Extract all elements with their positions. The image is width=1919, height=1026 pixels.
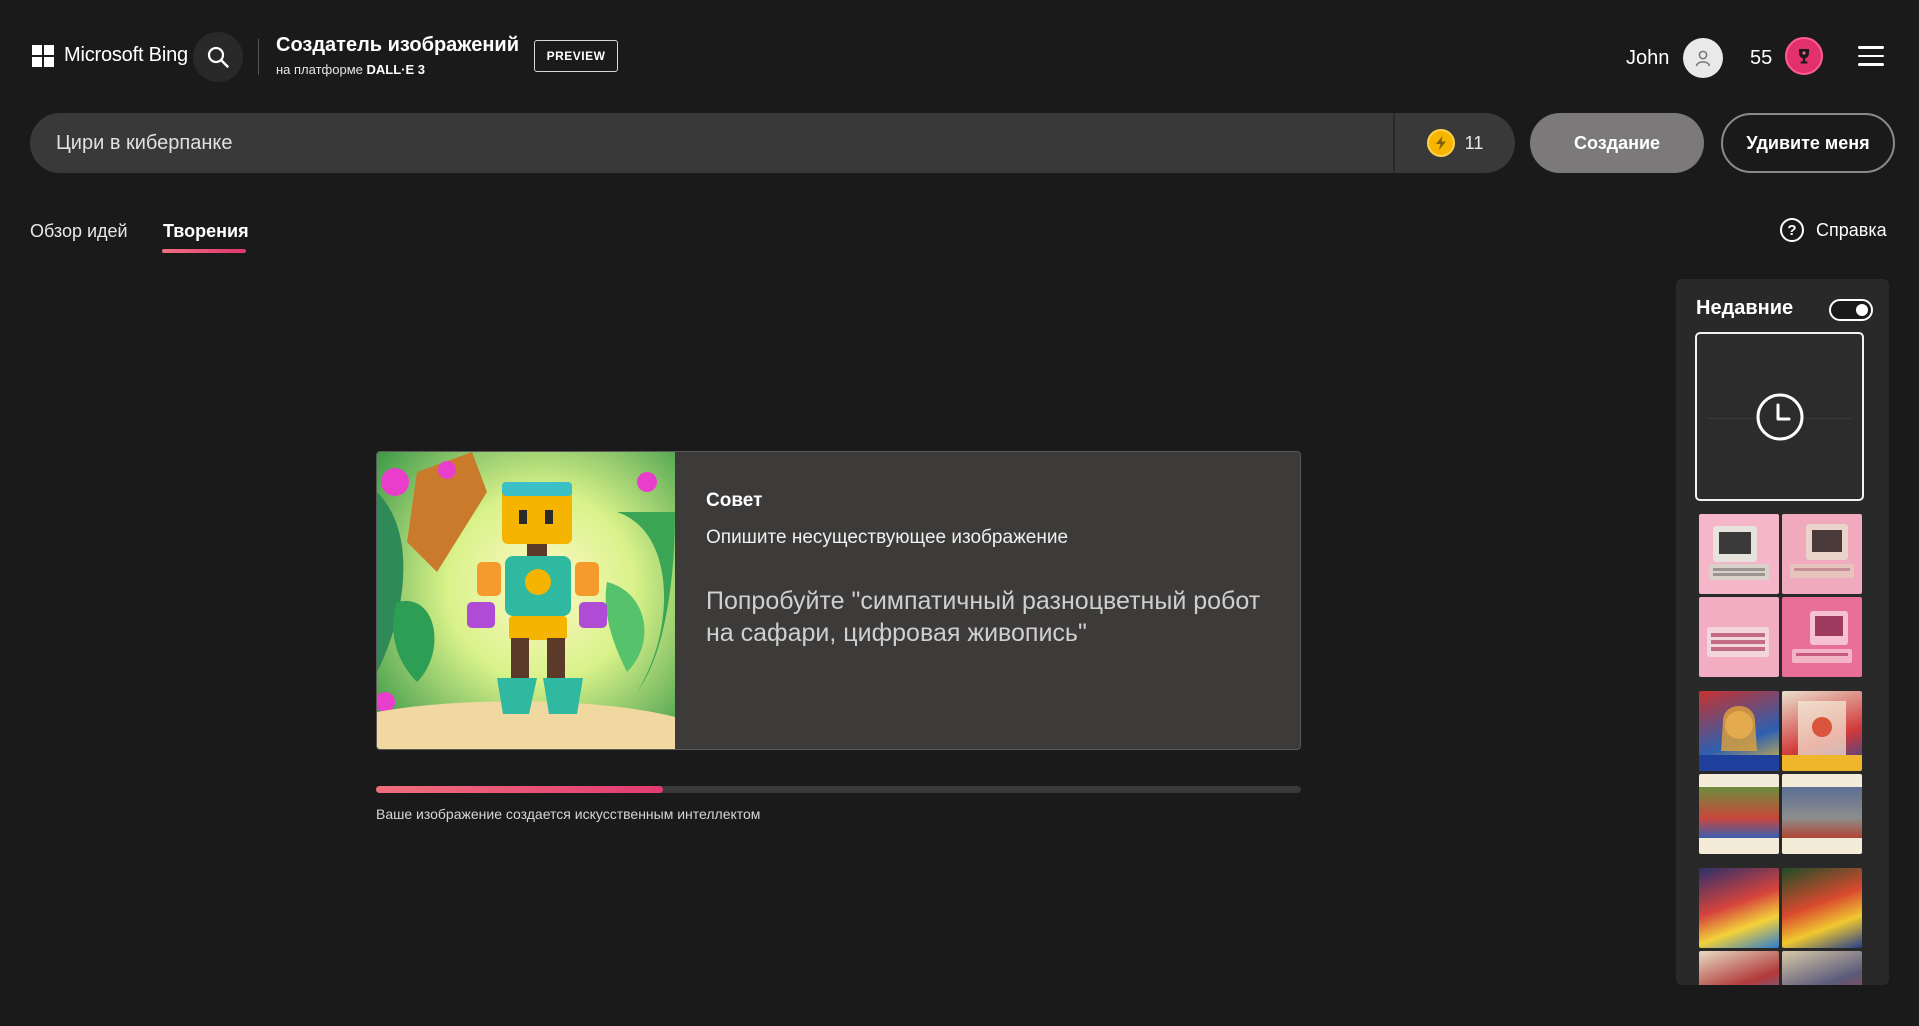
recent-toggle[interactable] [1829,299,1873,321]
app-title: Создатель изображений [276,34,519,56]
preview-badge: PREVIEW [534,40,618,72]
help-label: Справка [1816,219,1887,240]
help-link[interactable]: ? Справка [1780,218,1887,242]
header: Microsoft Bing Создатель изображений на … [0,0,1919,112]
brand-text: Microsoft Bing [64,44,188,66]
tip-example: Попробуйте "симпатичный разноцветный роб… [706,587,1261,647]
recent-thumb [1782,597,1862,677]
tab-explore-ideas[interactable]: Обзор идей [30,221,128,242]
tip-card: Совет Опишите несуществующее изображение… [376,451,1301,750]
user-account-button[interactable]: John [1626,38,1724,78]
tip-text: Совет Опишите несуществующее изображение… [706,490,1266,649]
search-icon [207,46,229,68]
app-title-block[interactable]: Создатель изображений на платформе DALL·… [276,34,519,77]
generation-progress-fill [376,786,663,793]
recent-thumb [1782,868,1862,948]
recent-creation-game-characters[interactable] [1699,868,1862,985]
tab-creations[interactable]: Творения [163,221,249,242]
recent-creation-i-want-games[interactable] [1699,691,1862,854]
boosts-counter[interactable]: 11 [1395,129,1515,157]
recent-thumb [1699,691,1779,771]
recent-thumb [1782,774,1862,854]
recent-creation-retro-computers[interactable] [1699,514,1862,677]
bolt-icon [1426,129,1455,157]
header-divider [258,39,259,75]
recent-thumb [1699,951,1779,985]
user-icon [1696,50,1711,67]
prompt-input[interactable] [30,113,1393,173]
avatar [1683,38,1724,78]
generation-progress-label: Ваше изображение создается искусственным… [376,806,761,822]
recent-thumb [1782,691,1862,771]
tip-robot-illustration [377,452,675,749]
boosts-count: 11 [1464,132,1484,153]
recent-thumb [1699,514,1779,594]
create-button[interactable]: Создание [1530,113,1704,173]
pending-generation-tile[interactable] [1695,332,1864,501]
subtitle-prefix: на платформе [276,62,363,77]
tip-description: Опишите несуществующее изображение [706,527,1069,548]
recent-title: Недавние [1696,297,1794,319]
subtitle-model: DALL·E 3 [366,62,426,77]
recent-thumb [1782,951,1862,985]
user-name: John [1626,46,1670,69]
prompt-bar: 11 [30,113,1515,173]
recent-thumb [1699,774,1779,854]
search-button[interactable] [193,32,243,82]
question-circle-icon: ? [1780,218,1804,242]
active-tab-indicator [162,249,246,253]
recent-panel: Недавние [1676,279,1889,985]
app-subtitle: на платформе DALL·E 3 [276,62,519,77]
recent-thumb [1699,868,1779,948]
generation-progress-bar [376,786,1301,793]
microsoft-logo-icon [32,44,54,67]
recent-thumb [1782,514,1862,594]
rewards-points[interactable]: 55 [1750,47,1772,70]
surprise-me-button[interactable]: Удивите меня [1721,113,1895,173]
recent-toggle-knob [1856,304,1868,316]
rewards-trophy-icon[interactable] [1785,37,1823,75]
bing-brand-link[interactable]: Microsoft Bing [32,44,188,67]
recent-thumb [1699,597,1779,677]
tip-title: Совет [706,490,763,511]
clock-icon [1756,393,1803,440]
hamburger-menu-icon[interactable] [1858,46,1884,66]
